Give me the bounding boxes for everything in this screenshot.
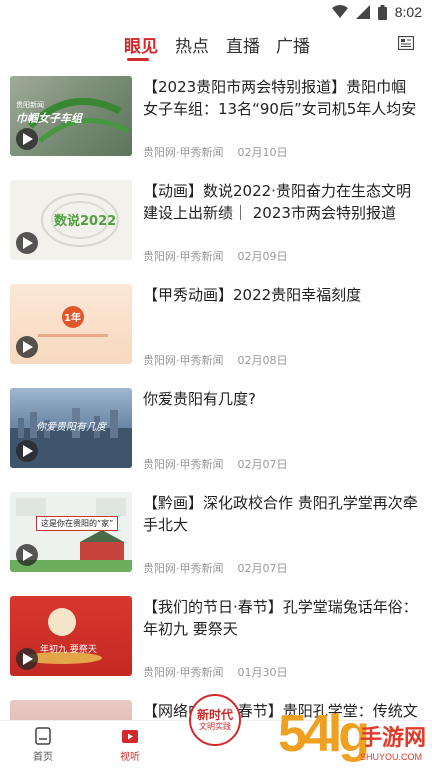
feed-item[interactable]: 贵阳新闻 巾帼女子车组 【2023贵阳市两会特别报道】贵阳巾帼女子车组：13名“… xyxy=(0,68,432,172)
tab-yanjian[interactable]: 眼见 xyxy=(124,32,158,57)
feed-item-date: 01月30日 xyxy=(237,666,288,679)
play-icon[interactable] xyxy=(16,336,38,358)
thumb-text: 年初九 要祭天 xyxy=(40,645,97,655)
status-bar: 8:02 xyxy=(0,0,432,24)
feed-item-source: 贵阳网·甲秀新闻 xyxy=(143,146,224,159)
video-thumbnail[interactable] xyxy=(10,700,132,720)
feed-item-title[interactable]: 【甲秀动画】2022贵阳幸福刻度 xyxy=(143,284,421,306)
feed-item-date: 02月07日 xyxy=(237,458,288,471)
play-icon[interactable] xyxy=(16,232,38,254)
video-thumbnail[interactable]: 你爱贵阳有几度 xyxy=(10,388,132,468)
watermark-text: 手游网 xyxy=(359,726,426,751)
feed-item[interactable]: 你爱贵阳有几度 你爱贵阳有几度? 贵阳网·甲秀新闻 02月07日 xyxy=(0,380,432,484)
feed-item-title[interactable]: 【黔画】深化政校合作 贵阳孔学堂再次牵手北大 xyxy=(143,492,421,536)
feed-item-title[interactable]: 【我们的节日·春节】孔学堂瑞兔话年俗：年初九 要祭天 xyxy=(143,596,421,640)
battery-icon xyxy=(377,4,387,20)
feed-item-source: 贵阳网·甲秀新闻 xyxy=(143,666,224,679)
newspaper-icon[interactable] xyxy=(398,36,414,50)
feed-item-meta: 贵阳网·甲秀新闻 02月08日 xyxy=(143,352,288,368)
status-time: 8:02 xyxy=(394,4,422,20)
thumb-text: 这是你在贵阳的“家” xyxy=(36,516,119,531)
feed-item-date: 02月08日 xyxy=(237,354,288,367)
watermark-number: 54lg xyxy=(278,705,370,763)
news-feed[interactable]: 贵阳新闻 巾帼女子车组 【2023贵阳市两会特别报道】贵阳巾帼女子车组：13名“… xyxy=(0,68,432,720)
center-badge-line2: 文明实践 xyxy=(199,722,231,731)
video-thumbnail[interactable]: 年初九 要祭天 xyxy=(10,596,132,676)
play-icon[interactable] xyxy=(16,648,38,670)
center-badge-line1: 新时代 xyxy=(196,708,233,722)
civilization-practice-button[interactable]: 新时代 文明实践 xyxy=(189,694,241,746)
nav-video[interactable]: 视听 xyxy=(110,727,150,763)
thumb-text: 巾帼女子车组 xyxy=(16,112,82,125)
feed-item-source: 贵阳网·甲秀新闻 xyxy=(143,354,224,367)
active-tab-indicator xyxy=(127,58,149,61)
feed-item-date: 02月09日 xyxy=(237,250,288,263)
wifi-icon xyxy=(331,5,348,18)
nav-home-label: 首页 xyxy=(33,752,53,763)
feed-item[interactable]: 1年 【甲秀动画】2022贵阳幸福刻度 贵阳网·甲秀新闻 02月08日 xyxy=(0,276,432,380)
feed-item-meta: 贵阳网·甲秀新闻 02月09日 xyxy=(143,248,288,264)
feed-item[interactable]: 这是你在贵阳的“家” 【黔画】深化政校合作 贵阳孔学堂再次牵手北大 贵阳网·甲秀… xyxy=(0,484,432,588)
feed-item-date: 02月10日 xyxy=(237,146,288,159)
thumb-stripe xyxy=(38,334,108,337)
feed-item[interactable]: 数说2022 【动画】数说2022·贵阳奋力在生态文明建设上出新绩｜ 2023市… xyxy=(0,172,432,276)
video-icon xyxy=(122,730,138,743)
video-thumbnail[interactable]: 数说2022 xyxy=(10,180,132,260)
feed-item-source: 贵阳网·甲秀新闻 xyxy=(143,562,224,575)
video-thumbnail[interactable]: 这是你在贵阳的“家” xyxy=(10,492,132,572)
nav-video-label: 视听 xyxy=(120,752,140,763)
status-icons: 8:02 xyxy=(331,3,422,21)
home-icon xyxy=(35,727,51,745)
nav-home[interactable]: 首页 xyxy=(23,727,63,763)
feed-item-meta: 贵阳网·甲秀新闻 01月30日 xyxy=(143,664,288,680)
tab-zhibo[interactable]: 直播 xyxy=(226,32,260,57)
thumb-text: 你爱贵阳有几度 xyxy=(36,422,106,433)
signal-icon xyxy=(355,5,370,19)
top-tab-bar: 眼见 热点 直播 广播 xyxy=(0,26,432,66)
feed-item-date: 02月07日 xyxy=(237,562,288,575)
feed-item-title[interactable]: 你爱贵阳有几度? xyxy=(143,388,421,410)
feed-item[interactable]: 年初九 要祭天 【我们的节日·春节】孔学堂瑞兔话年俗：年初九 要祭天 贵阳网·甲… xyxy=(0,588,432,692)
watermark-url: SHUYOU.COM xyxy=(359,752,422,762)
video-thumbnail[interactable]: 1年 xyxy=(10,284,132,364)
feed-item-meta: 贵阳网·甲秀新闻 02月07日 xyxy=(143,560,288,576)
feed-item-source: 贵阳网·甲秀新闻 xyxy=(143,458,224,471)
thumb-text: 1年 xyxy=(64,313,81,324)
feed-item-meta: 贵阳网·甲秀新闻 02月07日 xyxy=(143,456,288,472)
thumb-text: 数说2022 xyxy=(54,214,117,229)
tab-guangbo[interactable]: 广播 xyxy=(276,32,310,57)
feed-item-meta: 贵阳网·甲秀新闻 02月10日 xyxy=(143,144,288,160)
feed-item-title[interactable]: 【2023贵阳市两会特别报道】贵阳巾帼女子车组：13名“90后”女司机5年人均安… xyxy=(143,76,421,120)
video-thumbnail[interactable]: 贵阳新闻 巾帼女子车组 xyxy=(10,76,132,156)
play-icon[interactable] xyxy=(16,440,38,462)
play-icon[interactable] xyxy=(16,544,38,566)
play-icon[interactable] xyxy=(16,128,38,150)
site-watermark: 54lg 手游网 SHUYOU.COM xyxy=(278,704,428,764)
thumb-caption: 贵阳新闻 xyxy=(16,101,44,109)
feed-item-source: 贵阳网·甲秀新闻 xyxy=(143,250,224,263)
tab-redian[interactable]: 热点 xyxy=(175,32,209,57)
feed-item-title[interactable]: 【动画】数说2022·贵阳奋力在生态文明建设上出新绩｜ 2023市两会特别报道 xyxy=(143,180,421,224)
